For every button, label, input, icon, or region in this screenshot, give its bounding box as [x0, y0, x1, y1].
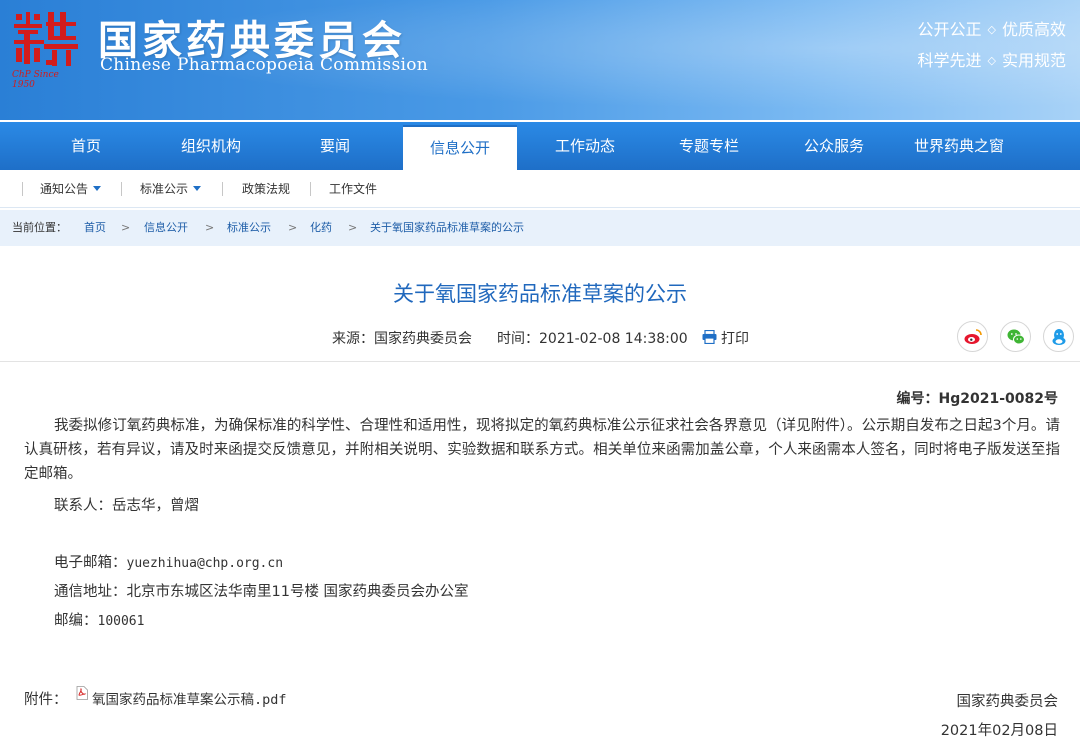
pharmacopoeia-seal-logo[interactable] — [10, 8, 80, 72]
breadcrumb-separator: > — [348, 221, 358, 234]
breadcrumb-item-chemical[interactable]: 化药 — [310, 210, 332, 246]
email-line: 电子邮箱：yuezhihua@chp.org.cn — [54, 551, 283, 572]
subnav-item-standard-publicity[interactable]: 标准公示 — [140, 170, 202, 208]
slogan-text: 实用规范 — [1001, 51, 1066, 70]
nav-item-public-service[interactable]: 公众服务 — [772, 122, 896, 170]
slogan-text: 公开公正 — [917, 20, 982, 39]
subnav-item-work-documents[interactable]: 工作文件 — [329, 170, 377, 208]
breadcrumb: 当前位置： 首页 > 信息公开 > 标准公示 > 化药 > 关于氧国家药品标准草… — [0, 210, 1080, 246]
contact-value: 岳志华，曾熠 — [112, 498, 199, 514]
logo-subtitle: ChP Since 1950 — [12, 70, 59, 90]
diamond-icon: ◇ — [987, 23, 996, 36]
address-label: 通信地址： — [54, 584, 127, 600]
sub-nav: 通知公告 标准公示 政策法规 工作文件 — [0, 170, 1080, 208]
print-button[interactable]: 打印 — [721, 328, 749, 348]
email-label: 电子邮箱： — [54, 555, 127, 571]
article-header: 关于氧国家药品标准草案的公示 来源：国家药典委员会 时间：2021-02-08 … — [0, 246, 1080, 362]
nav-item-info-disclosure[interactable]: 信息公开 — [403, 125, 517, 170]
article-body: 我委拟修订氧药典标准，为确保标准的科学性、合理性和适用性，现将拟定的氧药典标准公… — [24, 418, 1060, 482]
nav-item-special-topics[interactable]: 专题专栏 — [648, 122, 770, 170]
document-number: 编号：Hg2021-0082号 — [897, 388, 1058, 408]
email-value: yuezhihua@chp.org.cn — [126, 556, 284, 571]
document-number-label: 编号： — [896, 391, 939, 407]
document-number-value: Hg2021-0082号 — [938, 391, 1058, 407]
nav-item-world-pharmacopoeia[interactable]: 世界药典之窗 — [896, 122, 1022, 170]
contact-line: 联系人：岳志华，曾熠 — [54, 494, 199, 515]
qq-icon — [1052, 329, 1066, 345]
address-value: 北京市东城区法华南里11号楼 国家药典委员会办公室 — [126, 584, 469, 600]
postcode-line: 邮编：100061 — [54, 609, 144, 630]
pdf-file-icon — [76, 686, 88, 700]
printer-icon[interactable] — [702, 330, 717, 344]
attachment-link[interactable]: 氧国家药品标准草案公示稿.pdf — [92, 688, 287, 708]
wechat-icon — [1007, 329, 1025, 345]
breadcrumb-item-current[interactable]: 关于氧国家药品标准草案的公示 — [370, 210, 524, 246]
postcode-label: 邮编： — [54, 613, 98, 629]
caret-down-icon — [193, 186, 202, 191]
signature-date: 2021年02月08日 — [940, 723, 1058, 739]
subnav-label: 标准公示 — [140, 182, 189, 196]
site-title-en: Chinese Pharmacopoeia Commission — [100, 55, 428, 75]
site-header: ChP Since 1950 国家药典委员会 Chinese Pharmacop… — [0, 0, 1080, 120]
subnav-item-notices[interactable]: 通知公告 — [40, 170, 102, 208]
address-line: 通信地址：北京市东城区法华南里11号楼 国家药典委员会办公室 — [54, 580, 469, 601]
postcode-value: 100061 — [97, 614, 145, 629]
slogan-text: 科学先进 — [917, 51, 982, 70]
diamond-icon: ◇ — [987, 54, 996, 67]
caret-down-icon — [93, 186, 102, 191]
breadcrumb-item-home[interactable]: 首页 — [84, 210, 106, 246]
breadcrumb-item-info[interactable]: 信息公开 — [144, 210, 188, 246]
breadcrumb-separator: > — [288, 221, 298, 234]
article-source: 来源：国家药典委员会 — [332, 331, 472, 347]
divider — [222, 182, 223, 196]
page-title: 关于氧国家药品标准草案的公示 — [393, 282, 687, 306]
divider — [121, 182, 122, 196]
subnav-label: 通知公告 — [40, 182, 89, 196]
main-nav: 首页 组织机构 要闻 信息公开 工作动态 专题专栏 公众服务 世界药典之窗 — [0, 122, 1080, 170]
attachment-label: 附件： — [24, 692, 68, 708]
nav-item-home[interactable]: 首页 — [20, 122, 152, 170]
breadcrumb-item-standard[interactable]: 标准公示 — [227, 210, 271, 246]
slogan-text: 优质高效 — [1001, 20, 1066, 39]
share-weibo-button[interactable] — [957, 321, 988, 352]
nav-item-news[interactable]: 要闻 — [274, 122, 396, 170]
article-time: 时间：2021-02-08 14:38:00 — [497, 331, 688, 347]
breadcrumb-label: 当前位置： — [12, 221, 67, 234]
breadcrumb-separator: > — [205, 221, 215, 234]
signature-organization: 国家药典委员会 — [956, 694, 1059, 710]
share-wechat-button[interactable] — [1000, 321, 1031, 352]
slogan-line-1: 公开公正 ◇ 优质高效 — [918, 16, 1067, 40]
divider — [310, 182, 311, 196]
weibo-icon — [964, 329, 982, 344]
subnav-item-policies[interactable]: 政策法规 — [242, 170, 290, 208]
divider — [22, 182, 23, 196]
breadcrumb-separator: > — [121, 221, 131, 234]
slogan-line-2: 科学先进 ◇ 实用规范 — [918, 47, 1067, 71]
nav-item-organization[interactable]: 组织机构 — [152, 122, 270, 170]
contact-label: 联系人： — [54, 498, 112, 514]
share-qq-button[interactable] — [1043, 321, 1074, 352]
nav-item-work-updates[interactable]: 工作动态 — [524, 122, 646, 170]
